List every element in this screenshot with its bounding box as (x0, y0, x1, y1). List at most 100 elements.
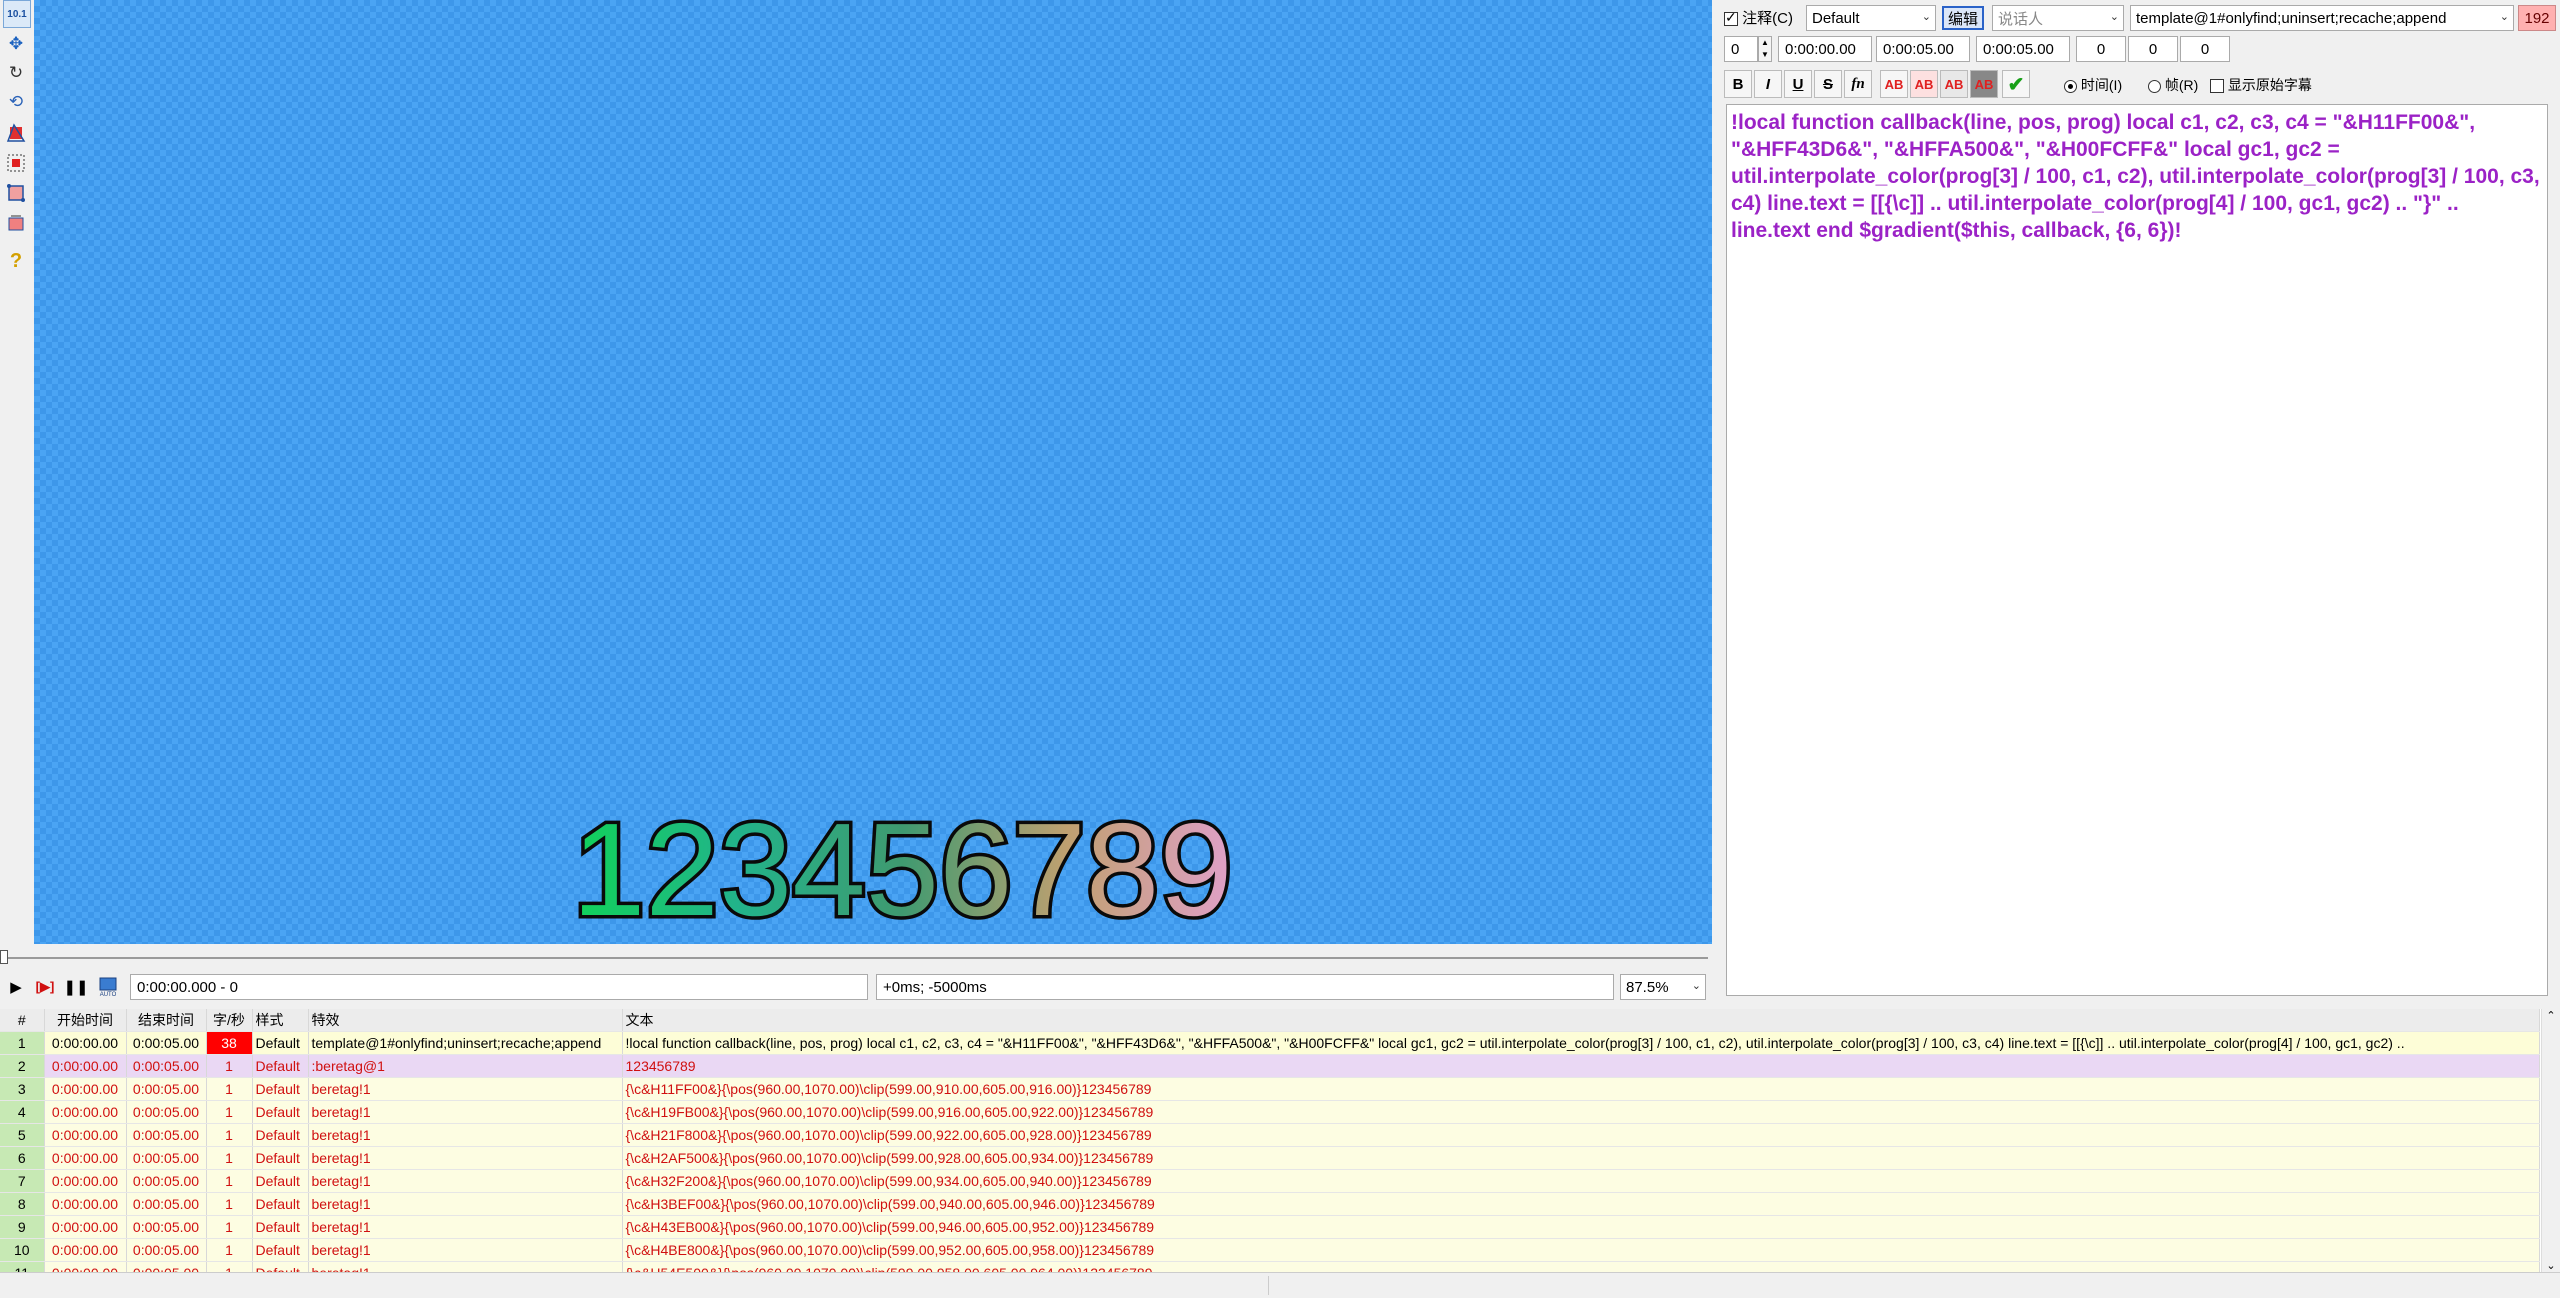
row-style: Default (252, 1215, 309, 1239)
table-row[interactable]: 10 0:00:00.00 0:00:05.00 1 Default beretag!1{… (0, 1238, 2540, 1262)
strikeout-button[interactable]: S (1814, 70, 1842, 98)
commit-check-icon[interactable]: ✔ (2002, 70, 2030, 98)
layer-input[interactable]: 0 (1724, 36, 1758, 62)
rotate-xy-icon[interactable]: ⟲ (3, 89, 29, 115)
row-start: 0:00:00.00 (44, 1100, 127, 1124)
seek-track (4, 957, 1708, 959)
italic-button[interactable]: I (1754, 70, 1782, 98)
row-cps: 1 (206, 1123, 253, 1147)
vector-clip-icon[interactable] (3, 180, 29, 206)
seek-slider[interactable] (0, 950, 1712, 966)
time-radio[interactable] (2064, 79, 2077, 93)
table-row[interactable]: 6 0:00:00.00 0:00:05.00 1 Default beretag!1 {\… (0, 1146, 2540, 1170)
primary-color-button[interactable]: AB (1880, 70, 1908, 98)
secondary-color-button[interactable]: AB (1910, 70, 1938, 98)
time-display[interactable]: 0:00:00.000 - 0 (130, 974, 868, 1000)
timecode-icon[interactable]: 10.1 (3, 0, 31, 28)
header-text[interactable]: 文本 (622, 1009, 2540, 1032)
auto-scroll-icon[interactable]: AUTO (96, 974, 120, 1000)
shadow-color-button[interactable]: AB (1970, 70, 1998, 98)
row-style: Default (252, 1238, 309, 1262)
row-start: 0:00:00.00 (44, 1169, 127, 1193)
margin-vertical-input[interactable]: 0 (2180, 36, 2230, 62)
table-row[interactable]: 7 0:00:00.00 0:00:05.00 1 Default beretag!1 {\… (0, 1169, 2540, 1193)
edit-style-button[interactable]: 编辑 (1942, 6, 1984, 30)
duration-input[interactable]: 0:00:05.00 (1976, 36, 2070, 62)
row-effect: beretag!1 (308, 1077, 623, 1101)
table-row[interactable]: 3 0:00:00.00 0:00:05.00 1 Default beretag!1 {\… (0, 1077, 2540, 1101)
table-row[interactable]: 110:00:00.000:00:05.001Defaultberetag!1{… (0, 1261, 2540, 1272)
scale-icon[interactable] (3, 120, 29, 146)
zoom-combo[interactable]: 87.5% ⌄ (1620, 974, 1706, 1000)
header-style[interactable]: 样式 (252, 1009, 309, 1032)
end-time-input[interactable]: 0:00:05.00 (1876, 36, 1970, 62)
margin-right-input[interactable]: 0 (2128, 36, 2178, 62)
start-time-input[interactable]: 0:00:00.00 (1778, 36, 1872, 62)
actor-combo[interactable]: 说话人 ⌄ (1992, 5, 2124, 31)
seek-thumb[interactable] (0, 950, 8, 964)
row-effect: template@1#onlyfind;uninsert;recache;app… (308, 1031, 623, 1055)
show-original-toggle[interactable]: 显示原始字幕 (2210, 75, 2312, 95)
outline-color-button[interactable]: AB (1940, 70, 1968, 98)
row-style: Default (252, 1077, 309, 1101)
row-text: {\c&H2AF500&}{\pos(960.00,1070.00)\clip(… (622, 1146, 2540, 1170)
layer-spin-icon[interactable]: ▲ ▼ (1758, 36, 1772, 62)
header-end[interactable]: 结束时间 (126, 1009, 207, 1032)
header-effect[interactable]: 特效 (308, 1009, 623, 1032)
pause-icon[interactable]: ❚❚ (63, 974, 88, 1000)
row-effect: beretag!1 (308, 1169, 623, 1193)
row-text: {\c&H21F800&}{\pos(960.00,1070.00)\clip(… (622, 1123, 2540, 1147)
row-effect: beretag!1 (308, 1100, 623, 1124)
frame-mode-radio[interactable]: 帧(R) (2148, 75, 2198, 95)
rotate-z-icon[interactable]: ↻ (3, 60, 29, 86)
table-row[interactable]: 8 0:00:00.00 0:00:05.00 1 Default beretag!1 {\… (0, 1192, 2540, 1216)
chevron-down-icon: ⌄ (1921, 11, 1931, 23)
comment-checkbox[interactable] (1724, 9, 1738, 27)
playback-controls: ▶ [▶] ❚❚ AUTO 0:00:00.000 - 0 +0ms; -500… (0, 972, 1712, 1002)
scroll-down-icon[interactable]: ⌄ (2542, 1259, 2560, 1272)
header-start[interactable]: 开始时间 (44, 1009, 127, 1032)
row-cps: 1 (206, 1215, 253, 1239)
frame-radio[interactable] (2148, 79, 2161, 93)
style-combo[interactable]: Default ⌄ (1806, 5, 1936, 31)
subtitle-text-editor[interactable]: !local function callback(line, pos, prog… (1726, 104, 2548, 996)
bold-button[interactable]: B (1724, 70, 1752, 98)
grid-scrollbar[interactable]: ⌃ ⌄ (2541, 1009, 2560, 1272)
help-icon[interactable]: ? (3, 248, 29, 274)
table-row[interactable]: 4 0:00:00.00 0:00:05.00 1 Default beretag!1 {\… (0, 1100, 2540, 1124)
table-row[interactable]: 5 0:00:00.00 0:00:05.00 1 Default beretag!1 {\… (0, 1123, 2540, 1147)
comment-toggle[interactable]: 注释(C) (1724, 7, 1793, 28)
header-cps[interactable]: 字/秒 (206, 1009, 253, 1032)
vector-clip-scale-icon[interactable] (3, 210, 29, 236)
row-style: Default (252, 1054, 309, 1078)
svg-text:AUTO: AUTO (100, 992, 117, 998)
row-text: {\c&H19FB00&}{\pos(960.00,1070.00)\clip(… (622, 1100, 2540, 1124)
clip-rect-icon[interactable] (3, 150, 29, 176)
move-icon[interactable]: ✥ (3, 31, 29, 57)
play-line-icon[interactable]: [▶] (32, 974, 58, 1000)
play-icon[interactable]: ▶ (4, 974, 28, 1000)
font-button[interactable]: fn (1844, 70, 1872, 98)
row-style: Default (252, 1192, 309, 1216)
chevron-down-icon: ⌄ (2499, 11, 2509, 23)
margin-left-input[interactable]: 0 (2076, 36, 2126, 62)
table-row[interactable]: 2 0:00:00.00 0:00:05.00 1 Default:beretag@1 1… (0, 1054, 2540, 1078)
time-mode-radio[interactable]: 时间(I) (2064, 75, 2122, 95)
offset-display[interactable]: +0ms; -5000ms (876, 974, 1614, 1000)
row-end: 0:00:05.00 (126, 1215, 207, 1239)
effect-combo[interactable]: template@1#onlyfind;uninsert;recache;app… (2130, 5, 2514, 31)
video-display[interactable]: 123456789 (34, 0, 1712, 944)
row-start: 0:00:00.00 (44, 1146, 127, 1170)
row-effect: beretag!1 (308, 1238, 623, 1262)
table-row[interactable]: 9 0:00:00.00 0:00:05.00 1 Default beretag!1 {\… (0, 1215, 2540, 1239)
table-row[interactable]: 1 0:00:00.00 0:00:05.00 38 Default template@1… (0, 1031, 2540, 1055)
row-effect: beretag!1 (308, 1146, 623, 1170)
chevron-down-icon: ⌄ (1691, 980, 1701, 992)
header-number[interactable]: # (0, 1009, 45, 1032)
subtitle-grid[interactable]: # 开始时间 结束时间 字/秒 样式 特效 文本 1 0:00:00.00 0:00… (0, 1009, 2560, 1272)
row-end: 0:00:05.00 (126, 1261, 207, 1272)
underline-button[interactable]: U (1784, 70, 1812, 98)
row-number: 9 (0, 1215, 45, 1239)
scroll-up-icon[interactable]: ⌃ (2542, 1009, 2560, 1022)
show-original-checkbox[interactable] (2210, 79, 2224, 94)
